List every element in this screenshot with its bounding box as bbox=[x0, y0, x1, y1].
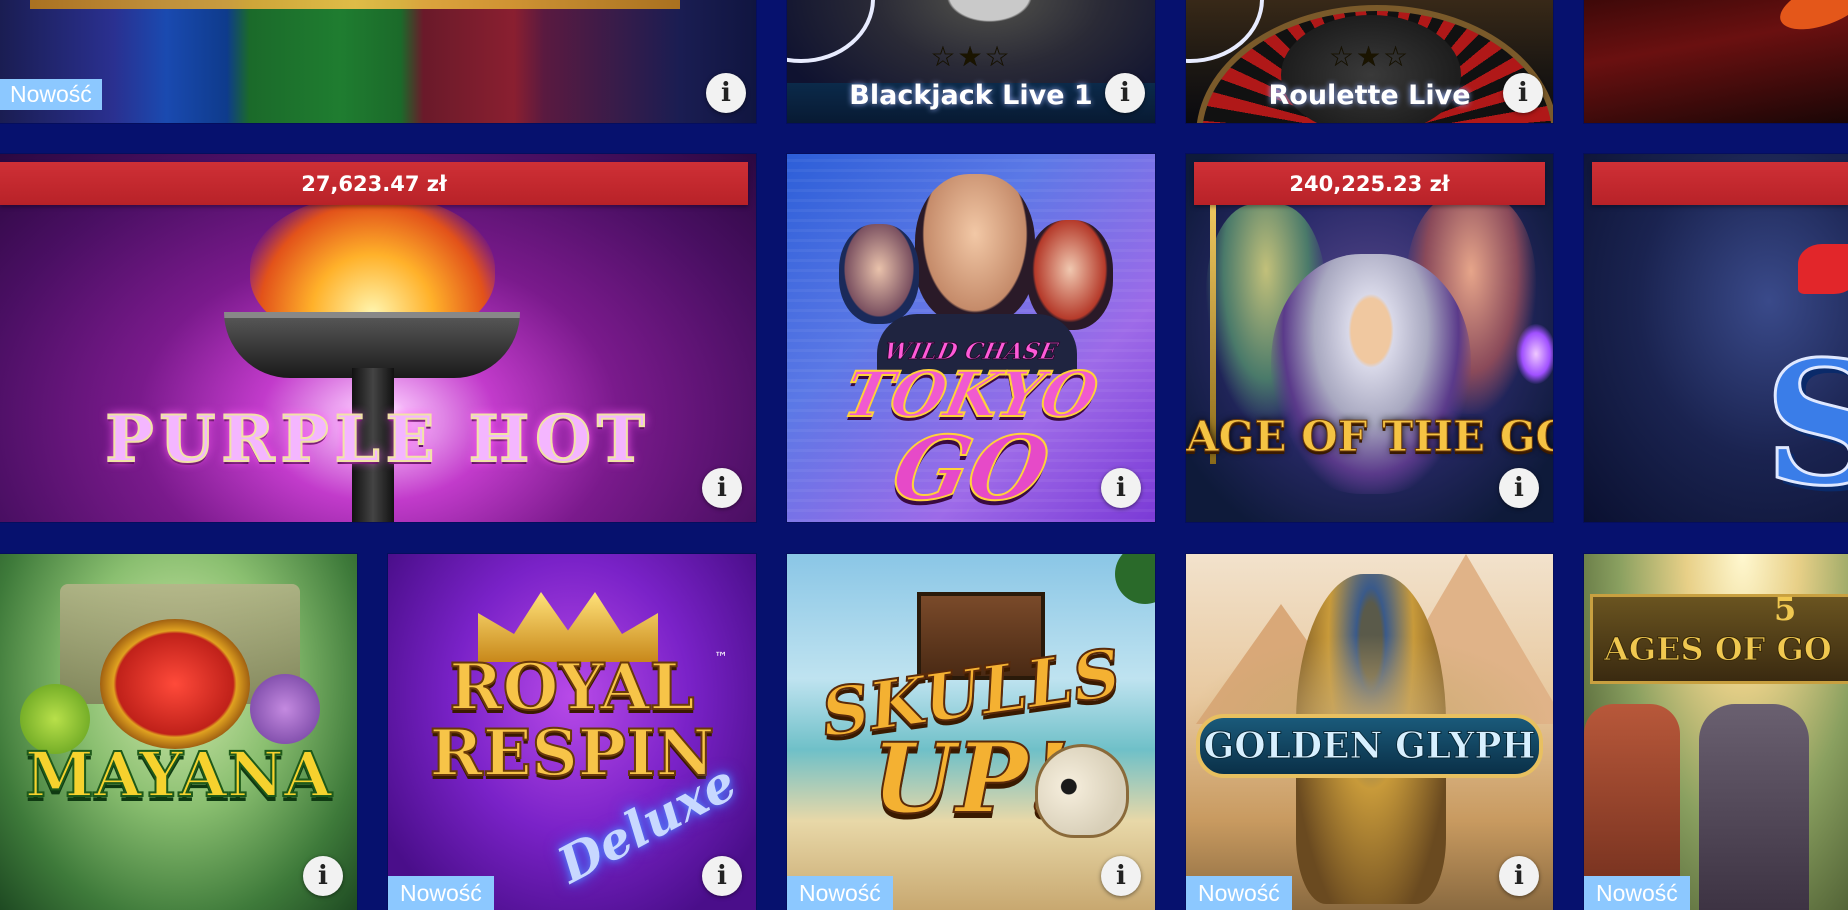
info-icon: i bbox=[717, 473, 727, 503]
game-tile-tokyo-go[interactable]: WILD CHASE TOKYO GO i bbox=[787, 154, 1155, 522]
game-tile-middle-4[interactable]: S bbox=[1584, 154, 1848, 522]
info-icon: i bbox=[1514, 473, 1524, 503]
game-art bbox=[0, 0, 756, 123]
info-button[interactable]: i bbox=[1499, 856, 1539, 896]
game-logo: S bbox=[1763, 323, 1848, 523]
game-tile-purple-hot[interactable]: PURPLE HOT 27,623.47 zł i bbox=[0, 154, 756, 522]
game-logo: PURPLE HOT bbox=[104, 401, 651, 478]
red-ribbon bbox=[1798, 244, 1848, 294]
totem-right bbox=[1699, 704, 1809, 910]
game-tile-skulls-up[interactable]: SKULLS UP! Nowość i bbox=[787, 554, 1155, 910]
character-left bbox=[839, 224, 919, 324]
logo-number: 5 bbox=[1774, 590, 1797, 628]
game-tile-top-4[interactable] bbox=[1584, 0, 1848, 123]
jackpot-amount: 240,225.23 zł bbox=[1194, 162, 1545, 205]
game-logo: AGES OF GO bbox=[1604, 630, 1833, 669]
new-badge: Nowość bbox=[1584, 876, 1690, 910]
game-tile-roulette-live[interactable]: ☆★☆ Roulette Live i bbox=[1186, 0, 1553, 123]
game-title: Blackjack Live 1 bbox=[849, 80, 1093, 111]
info-icon: i bbox=[1518, 78, 1528, 108]
game-tile-royal-respin-deluxe[interactable]: ROYAL RESPIN Deluxe ™ Nowość i bbox=[388, 554, 756, 910]
logo-glow bbox=[30, 0, 680, 9]
info-button[interactable]: i bbox=[1499, 468, 1539, 508]
info-button[interactable]: i bbox=[1101, 856, 1141, 896]
bird-right bbox=[250, 674, 320, 744]
info-icon: i bbox=[721, 78, 731, 108]
game-logo-line1: ROYAL bbox=[448, 649, 695, 726]
new-badge: Nowość bbox=[388, 876, 494, 910]
jackpot-amount bbox=[1592, 162, 1848, 205]
game-tile-mayana[interactable]: MAYANA i bbox=[0, 554, 357, 910]
skull bbox=[1035, 744, 1129, 838]
game-tile-blackjack-live[interactable]: ☆★☆ Blackjack Live 1 i bbox=[787, 0, 1155, 123]
new-badge: Nowość bbox=[1186, 876, 1292, 910]
game-logo-line3: GO bbox=[883, 415, 1059, 521]
info-button[interactable]: i bbox=[706, 73, 746, 113]
purple-flame bbox=[1516, 324, 1553, 384]
wings bbox=[1186, 634, 1553, 724]
game-logo-text: GOLDEN GLYPH bbox=[1203, 725, 1536, 768]
game-title: Roulette Live bbox=[1268, 80, 1471, 111]
game-tile-5-ages-of-gold[interactable]: 5 AGES OF GO Nowość bbox=[1584, 554, 1848, 910]
game-tile-golden-glyph[interactable]: GOLDEN GLYPH Nowość i bbox=[1186, 554, 1553, 910]
jackpot-amount: 27,623.47 zł bbox=[0, 162, 748, 205]
game-logo: AGE OF THE GODS bbox=[1186, 412, 1553, 462]
game-tile-top-1[interactable]: Nowość i bbox=[0, 0, 756, 123]
info-icon: i bbox=[1120, 78, 1130, 108]
game-logo: GOLDEN GLYPH bbox=[1196, 714, 1543, 778]
new-badge: Nowość bbox=[0, 79, 102, 110]
info-icon: i bbox=[318, 861, 328, 891]
info-icon: i bbox=[1514, 861, 1524, 891]
rating-stars: ☆★☆ bbox=[930, 40, 1012, 73]
game-logo: MAYANA bbox=[24, 737, 333, 812]
rating-stars: ☆★☆ bbox=[1328, 40, 1411, 73]
info-button[interactable]: i bbox=[702, 856, 742, 896]
new-badge: Nowość bbox=[787, 876, 893, 910]
character-center bbox=[915, 174, 1035, 324]
info-icon: i bbox=[717, 861, 727, 891]
info-button[interactable]: i bbox=[702, 468, 742, 508]
mask-center bbox=[100, 619, 250, 749]
game-tile-age-of-the-gods[interactable]: AGE OF THE GODS 240,225.23 zł i bbox=[1186, 154, 1553, 522]
info-button[interactable]: i bbox=[1101, 468, 1141, 508]
trademark: ™ bbox=[714, 650, 728, 666]
info-button[interactable]: i bbox=[1503, 73, 1543, 113]
info-button[interactable]: i bbox=[1105, 73, 1145, 113]
info-icon: i bbox=[1116, 861, 1126, 891]
info-button[interactable]: i bbox=[303, 856, 343, 896]
info-icon: i bbox=[1116, 473, 1126, 503]
